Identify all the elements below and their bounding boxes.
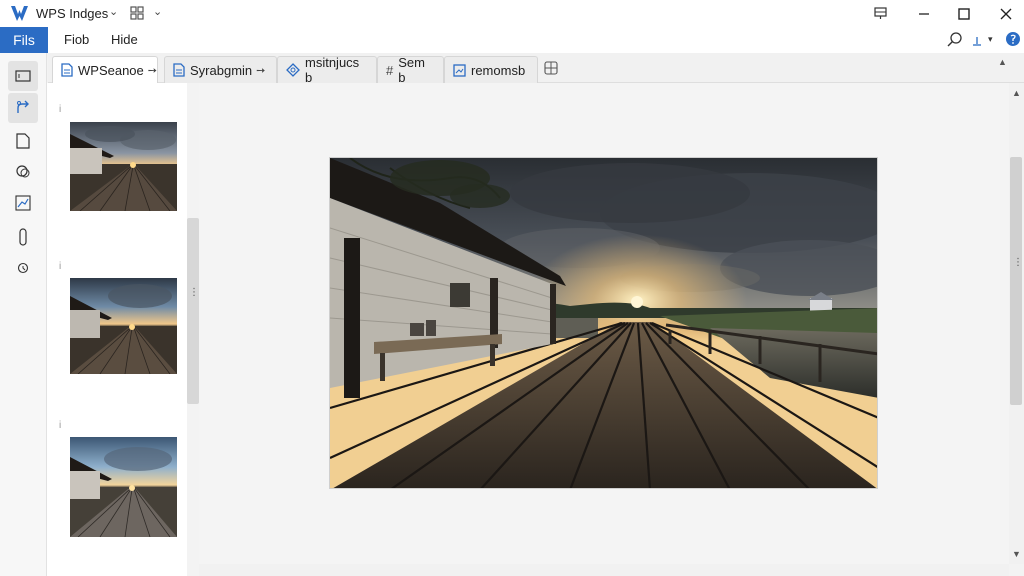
left-tool-rail xyxy=(0,53,47,576)
tab-label: Sem b xyxy=(398,55,425,85)
search-icon[interactable] xyxy=(946,31,964,49)
new-tab-icon[interactable] xyxy=(544,61,558,75)
scroll-down-icon[interactable]: ▼ xyxy=(1012,549,1021,559)
minimize-button[interactable] xyxy=(904,0,944,27)
close-button[interactable] xyxy=(986,0,1024,27)
main-image[interactable] xyxy=(329,157,878,489)
chevron-down-icon[interactable]: ▾ xyxy=(988,34,993,45)
tab-arrow-icon[interactable]: ➙ xyxy=(256,64,265,77)
tab-syrabgmin[interactable]: Syrabgmin ➙ xyxy=(164,56,277,83)
image-file-icon xyxy=(453,63,466,77)
diamond-icon xyxy=(286,63,300,77)
splitter-grip-icon[interactable]: ⋮ xyxy=(189,287,199,298)
tab-msitnjucs[interactable]: msitnjucs b xyxy=(277,55,377,85)
tab-sem[interactable]: # Sem b xyxy=(377,55,444,85)
slide-thumbnail[interactable] xyxy=(70,278,177,374)
chart-icon[interactable] xyxy=(8,188,38,218)
scroll-up-icon[interactable]: ▲ xyxy=(1012,88,1021,98)
hash-icon: # xyxy=(386,62,394,78)
chevron-down-icon[interactable]: ⌄ xyxy=(153,5,162,18)
tab-label: remomsb xyxy=(471,62,526,78)
wps-logo-icon xyxy=(11,6,28,21)
chevron-down-icon[interactable]: ⌄ xyxy=(109,5,118,18)
share-icon[interactable] xyxy=(8,93,38,123)
title-bar: WPS Indges ⌄ ⌄ xyxy=(0,0,1024,27)
menu-bar: Fils Fiob Hide ▾ xyxy=(0,27,1024,53)
slide-thumbnail-panel: i i i xyxy=(47,83,187,576)
splitter-grip-icon[interactable]: ⋮ xyxy=(1013,257,1023,268)
thumbnail-marker: i xyxy=(59,261,62,272)
slide-thumbnail[interactable] xyxy=(70,122,177,211)
tab-label: msitnjucs b xyxy=(305,55,360,85)
thumbnail-panel-splitter[interactable] xyxy=(187,218,199,404)
document-tab-bar: WPSeanoe ➙ Syrabgmin ➙ msitnjucs b # Sem… xyxy=(48,53,1024,85)
page-icon[interactable] xyxy=(8,126,38,156)
thumbnail-marker: i xyxy=(59,420,62,431)
tabbar-scroll-up-icon[interactable]: ▲ xyxy=(998,57,1007,67)
tab-label: WPSeanoe xyxy=(78,62,144,78)
tab-arrow-icon[interactable]: ➙ xyxy=(148,64,157,77)
boardwalk-sunset-photo xyxy=(330,158,877,488)
history-icon[interactable] xyxy=(8,253,38,283)
thumbnail-marker: i xyxy=(59,104,62,115)
vertical-scrollbar-thumb[interactable] xyxy=(1010,157,1022,405)
horizontal-scrollbar[interactable] xyxy=(199,564,1009,576)
maximize-button[interactable] xyxy=(944,0,984,27)
file-menu-button[interactable]: Fils xyxy=(0,27,48,53)
app-title: WPS Indges xyxy=(36,6,109,21)
slides-icon[interactable] xyxy=(8,61,38,91)
grid-icon[interactable] xyxy=(130,6,144,20)
help-icon[interactable] xyxy=(1005,31,1021,47)
tab-wpseanoe[interactable]: WPSeanoe ➙ xyxy=(52,56,158,83)
menu-item-fiob[interactable]: Fiob xyxy=(64,32,89,47)
layout-icon[interactable] xyxy=(860,0,900,27)
search-icon[interactable] xyxy=(8,157,38,187)
user-icon[interactable] xyxy=(970,31,984,49)
menu-item-hide[interactable]: Hide xyxy=(111,32,138,47)
tab-remomsb[interactable]: remomsb xyxy=(444,56,538,83)
clip-icon[interactable] xyxy=(8,222,38,252)
document-icon xyxy=(61,63,73,77)
tab-label: Syrabgmin xyxy=(190,62,253,78)
slide-thumbnail[interactable] xyxy=(70,437,177,537)
document-icon xyxy=(173,63,185,77)
